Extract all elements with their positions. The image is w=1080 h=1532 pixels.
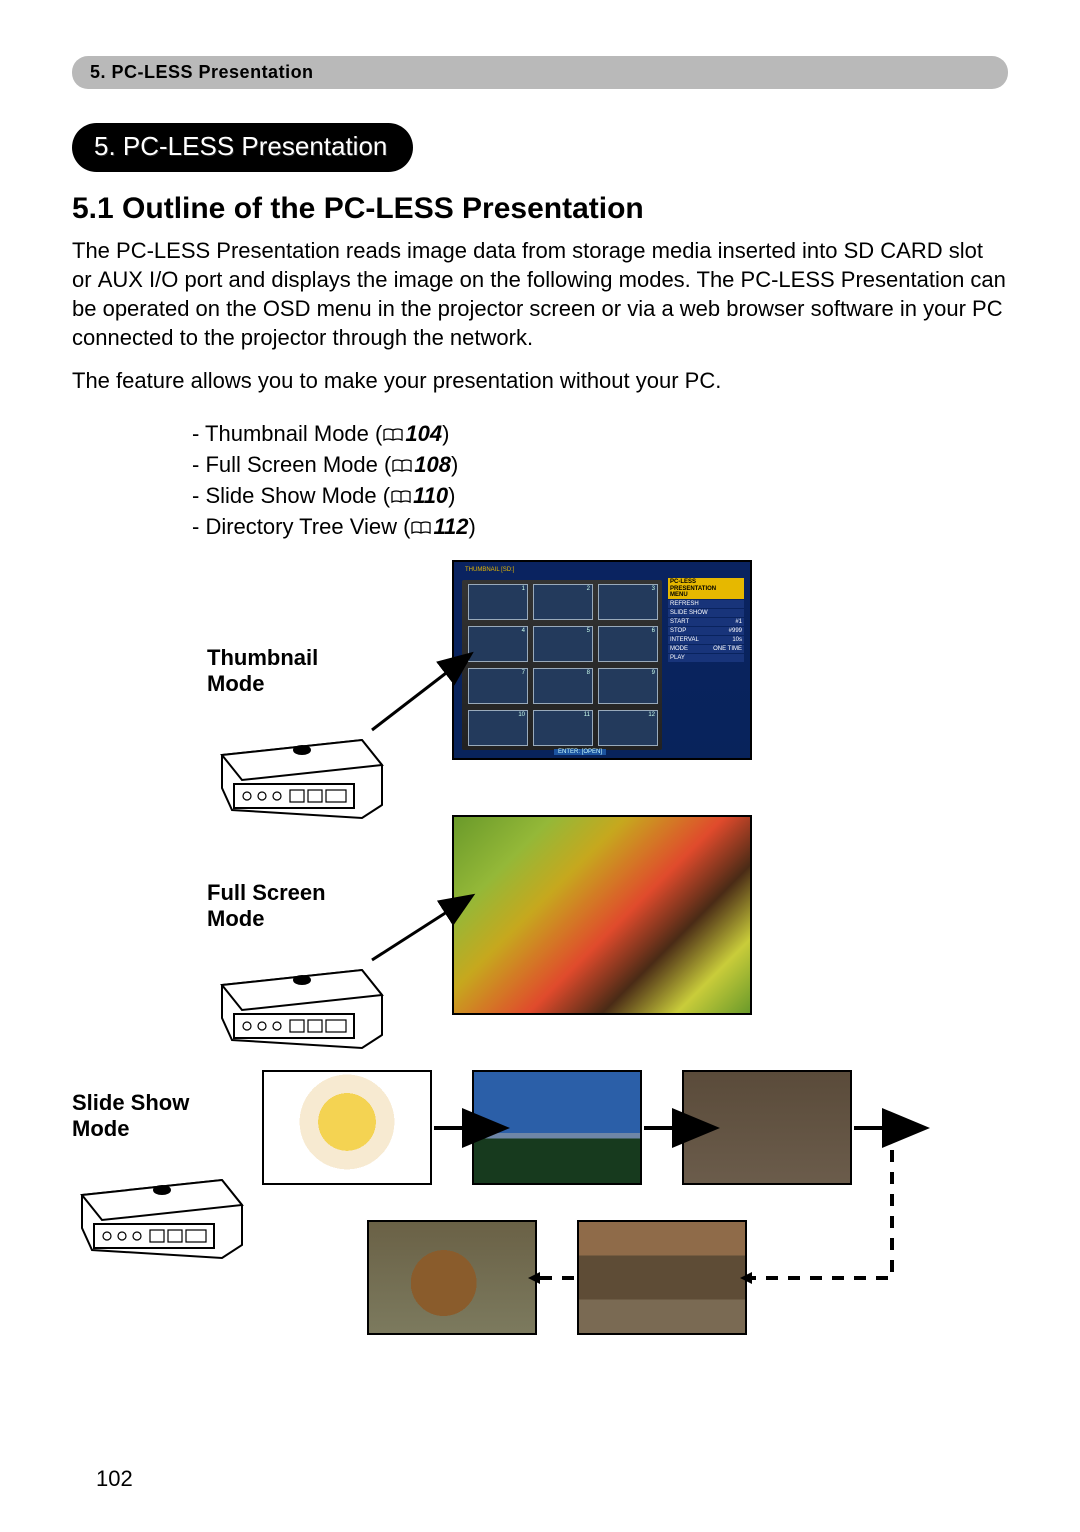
breadcrumb: 5. PC-LESS Presentation <box>72 56 1008 89</box>
thumb-menu-row: MODEONE TIME <box>668 645 744 653</box>
paragraph-1: The PC-LESS Presentation reads image dat… <box>72 236 1008 352</box>
thumb-cell: 5 <box>533 626 593 662</box>
thumb-menu-rows: REFRESHSLIDE SHOWSTART#1STOP#999INTERVAL… <box>668 600 744 662</box>
slide-thumb <box>577 1220 747 1335</box>
thumb-menu: PC-LESS PRESENTATION MENU REFRESHSLIDE S… <box>668 578 744 662</box>
body-text: The PC-LESS Presentation reads image dat… <box>72 236 1008 395</box>
slide-thumb <box>367 1220 537 1335</box>
thumb-cell: 3 <box>598 584 658 620</box>
mode-row: - Directory Tree View (112) <box>192 512 1008 543</box>
mode-row: - Thumbnail Mode (104) <box>192 419 1008 450</box>
paragraph-2: The feature allows you to make your pres… <box>72 366 1008 395</box>
thumb-menu-header: PC-LESS PRESENTATION MENU <box>668 578 744 599</box>
thumb-menu-row: START#1 <box>668 618 744 626</box>
thumb-cell: 6 <box>598 626 658 662</box>
projector-illustration <box>212 940 392 1060</box>
label-slideshow: Slide ShowMode <box>72 1090 189 1141</box>
fullscreen-image <box>452 815 752 1015</box>
section-heading: 5.1 Outline of the PC-LESS Presentation <box>72 192 1008 226</box>
aux-io-text: AUX I/O <box>98 267 179 292</box>
page-number: 102 <box>96 1466 133 1492</box>
book-icon <box>392 459 412 473</box>
chapter-pill: 5. PC-LESS Presentation <box>72 123 413 172</box>
thumb-menu-row: REFRESH <box>668 600 744 608</box>
diagram: ThumbnailMode Full ScreenMode Slide Show… <box>72 560 1008 1490</box>
thumb-menu-row: INTERVAL10s <box>668 636 744 644</box>
slide-thumb <box>472 1070 642 1185</box>
thumb-cell: 11 <box>533 710 593 746</box>
mode-row: - Slide Show Mode (110) <box>192 481 1008 512</box>
breadcrumb-text: 5. PC-LESS Presentation <box>90 62 314 82</box>
thumb-cell: 7 <box>468 668 528 704</box>
thumb-cell: 10 <box>468 710 528 746</box>
mode-row: - Full Screen Mode (108) <box>192 450 1008 481</box>
thumb-cell: 4 <box>468 626 528 662</box>
thumb-menu-row: SLIDE SHOW <box>668 609 744 617</box>
mode-list: - Thumbnail Mode (104) - Full Screen Mod… <box>192 419 1008 542</box>
thumb-cell: 8 <box>533 668 593 704</box>
book-icon <box>383 428 403 442</box>
thumb-enter: ENTER: [OPEN] <box>554 749 606 755</box>
projector-illustration <box>72 1150 252 1270</box>
para1-post: port and displays the image on the follo… <box>72 267 1006 350</box>
thumb-menu-header-line: MENU <box>670 592 742 598</box>
thumb-cell: 2 <box>533 584 593 620</box>
projector-illustration <box>212 710 392 830</box>
thumb-title: THUMBNAIL [SD:] <box>462 567 517 573</box>
thumb-cell: 1 <box>468 584 528 620</box>
thumb-grid: 123456789101112 <box>462 580 662 750</box>
slide-thumb <box>682 1070 852 1185</box>
book-icon <box>391 490 411 504</box>
thumb-menu-row: STOP#999 <box>668 627 744 635</box>
label-fullscreen: Full ScreenMode <box>207 880 326 931</box>
thumb-cell: 9 <box>598 668 658 704</box>
slide-thumb <box>262 1070 432 1185</box>
thumbnail-screen: THUMBNAIL [SD:] 123456789101112 PC-LESS … <box>452 560 752 760</box>
thumb-cell: 12 <box>598 710 658 746</box>
book-icon <box>411 521 431 535</box>
thumb-menu-row: PLAY <box>668 654 744 662</box>
label-thumbnail: ThumbnailMode <box>207 645 318 696</box>
